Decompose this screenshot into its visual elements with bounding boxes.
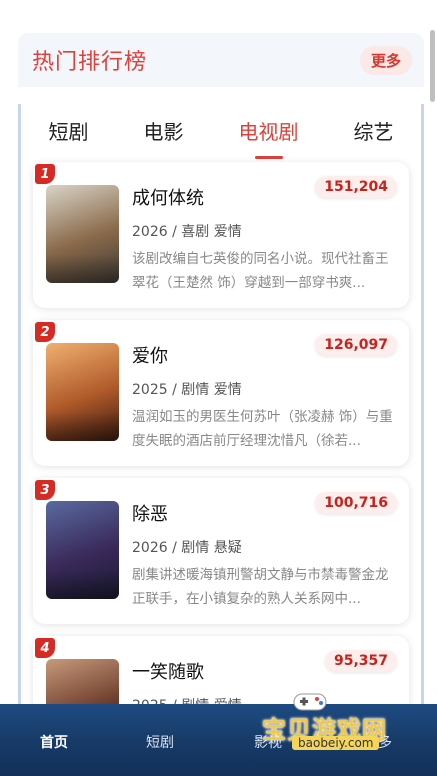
heat-badge: 95,357 [324,650,397,672]
item-description: 该剧改编自七英俊的同名小说。现代社畜王翠花（王楚然 饰）穿越到一部穿书爽... [132,251,389,291]
item-description: 剧集讲述暖海镇刑警胡文静与市禁毒警金龙正联手，在小镇复杂的熟人关系网中... [132,567,389,607]
list-item[interactable]: 2 爱你 2025 / 剧情 爱情 温润如玉的男医生何苏叶（张凌赫 饰）与重度失… [33,320,409,466]
item-meta: 2026 / 剧情 悬疑 [132,540,242,556]
nav-short-drama[interactable]: 短剧 [146,732,174,752]
rank-badge: 1 [35,164,55,184]
nav-home[interactable]: 首页 [40,732,68,752]
poster-image[interactable] [46,343,119,441]
rank-badge: 2 [35,322,55,342]
item-meta: 2026 / 喜剧 爱情 [132,224,242,240]
more-button[interactable]: 更多 [359,45,412,75]
scrollbar[interactable] [430,30,435,102]
category-tabs: 短剧 电影 电视剧 综艺 [21,106,421,154]
rank-badge: 4 [35,638,55,658]
tab-tv-series[interactable]: 电视剧 [233,110,305,151]
heat-badge: 100,716 [315,492,397,514]
watermark-url: baobeiy.com [292,736,380,750]
heat-badge: 126,097 [315,334,397,356]
tab-short-drama[interactable]: 短剧 [43,110,95,151]
heat-badge: 151,204 [315,176,397,198]
ranking-list: 1 成何体统 2026 / 喜剧 爱情 该剧改编自七英俊的同名小说。现代社畜王翠… [33,162,409,776]
list-item[interactable]: 1 成何体统 2026 / 喜剧 爱情 该剧改编自七英俊的同名小说。现代社畜王翠… [33,162,409,308]
tab-movie[interactable]: 电影 [138,110,190,151]
tab-variety[interactable]: 综艺 [348,110,400,151]
item-meta: 2025 / 剧情 爱情 [132,382,242,398]
watermark-logo: 宝贝游戏网 baobeiy.com [262,688,412,758]
list-item[interactable]: 3 除恶 2026 / 剧情 悬疑 剧集讲述暖海镇刑警胡文静与市禁毒警金龙正联手… [33,478,409,624]
rank-badge: 3 [35,480,55,500]
item-description: 温润如玉的男医生何苏叶（张凌赫 饰）与重度失眠的酒店前厅经理沈惜凡（徐若... [132,409,393,449]
app-page: 热门排行榜 更多 短剧 电影 电视剧 综艺 1 成何体统 2026 / 喜剧 爱… [0,0,437,776]
poster-image[interactable] [46,501,119,599]
page-title: 热门排行榜 [32,50,148,75]
poster-image[interactable] [46,185,119,283]
ranking-header: 热门排行榜 更多 [18,33,424,87]
